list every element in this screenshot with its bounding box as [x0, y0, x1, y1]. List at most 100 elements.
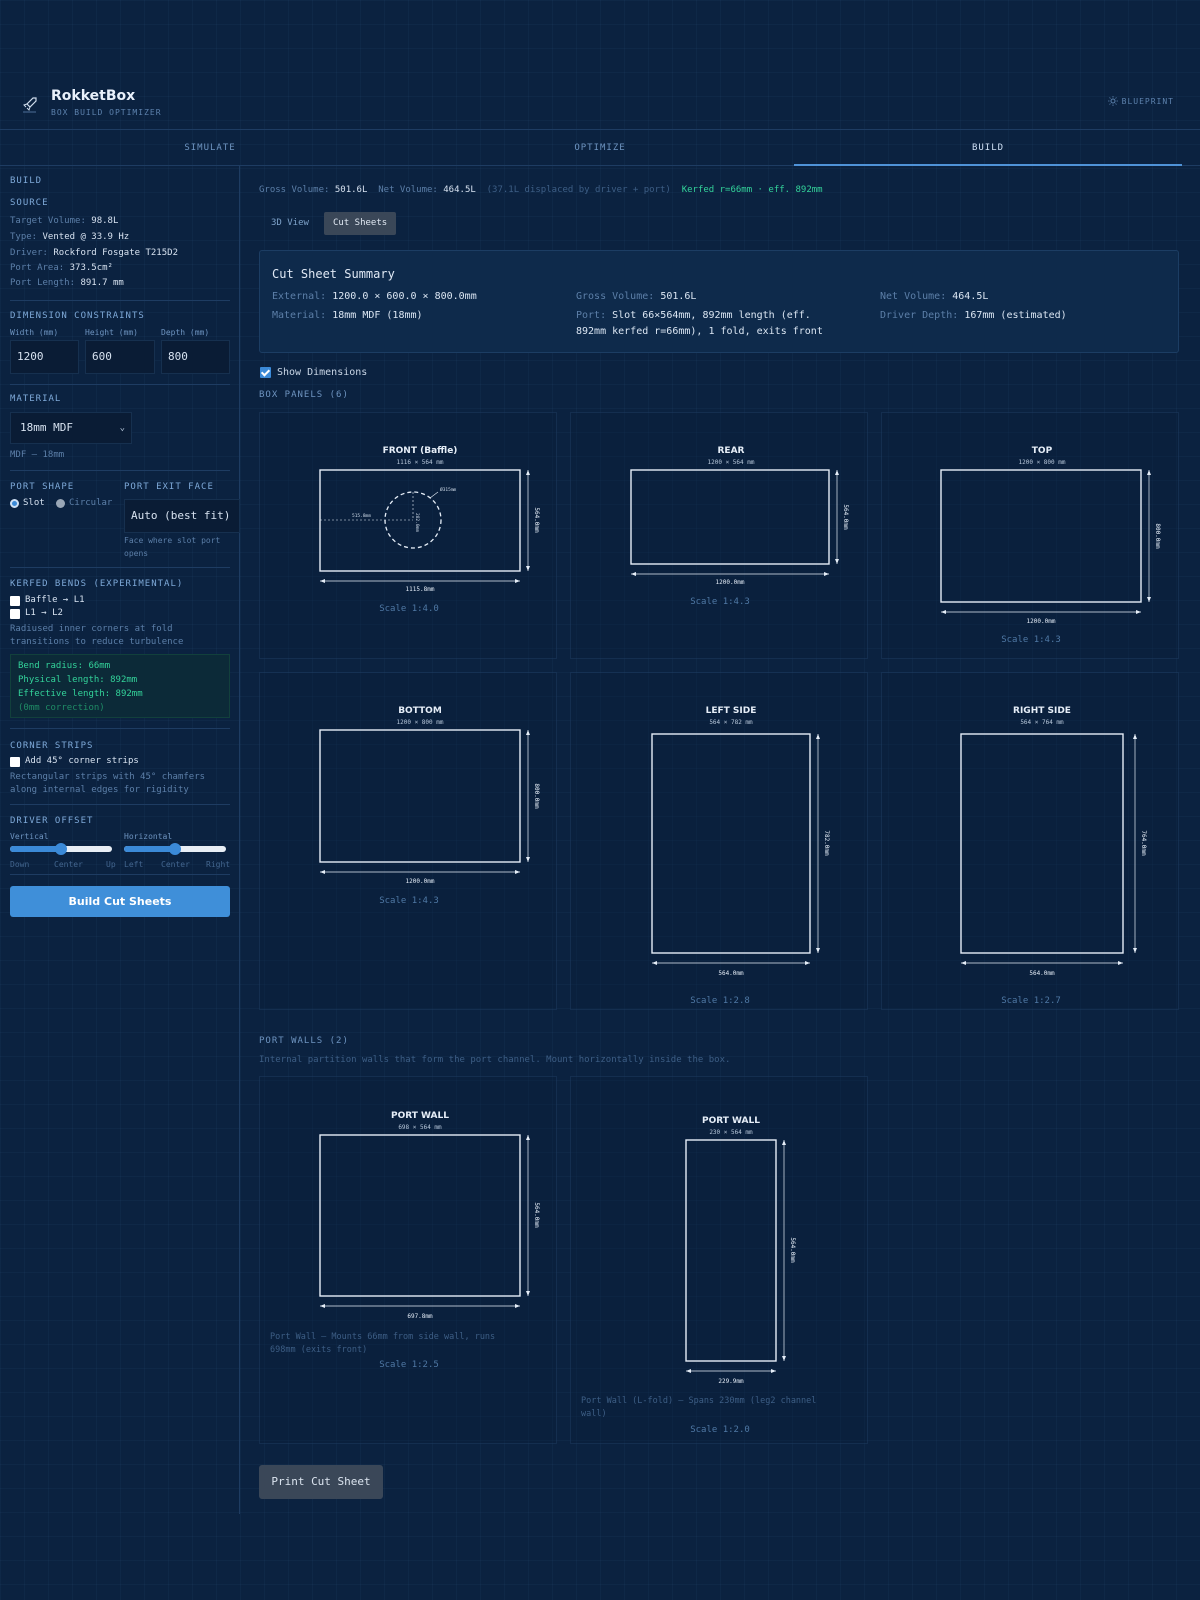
source-driver: Driver: Rockford Fosgate T215D2: [10, 248, 178, 258]
summary-driver-depth: Driver Depth: 167mm (estimated): [880, 310, 1067, 321]
cutout-diameter: Ø315mm: [440, 486, 457, 493]
height-dimension-label: 764.0mm: [1140, 830, 1147, 856]
print-cut-sheet-button[interactable]: Print Cut Sheet: [259, 1465, 383, 1499]
panel-title: FRONT (Baffle): [383, 446, 458, 456]
panel-scale: Scale 1:4.3: [690, 597, 750, 607]
build-cut-sheets-button[interactable]: Build Cut Sheets: [10, 886, 230, 917]
panel-outline: [319, 729, 521, 863]
circular-radio[interactable]: [56, 499, 65, 508]
box-panels-heading: BOX PANELS (6): [259, 390, 349, 400]
panel-size: 1200 × 564 mm: [708, 459, 755, 466]
panel-drawing: FRONT (Baffle) 1116 × 564 mm Ø315mm 515.…: [319, 446, 540, 614]
tab-optimize[interactable]: OPTIMIZE: [400, 130, 800, 166]
panel-outline: [651, 733, 811, 954]
summary-title: Cut Sheet Summary: [272, 267, 395, 281]
height-dimension: [526, 730, 530, 862]
baffle-l1-label: Baffle → L1: [25, 595, 85, 605]
panel-size: 564 × 782 mm: [709, 719, 753, 726]
divider: [10, 804, 230, 805]
panel-card-bottom: BOTTOM 1200 × 800 mm 1200.0mm 800.0mm Sc…: [259, 672, 557, 1010]
width-dimension-label: 229.9mm: [718, 1378, 744, 1385]
vertical-label: Vertical: [10, 832, 49, 841]
port-wall-size: 230 × 564 mm: [709, 1129, 753, 1136]
corner-strips-desc: Rectangular strips with 45° chamfers: [10, 772, 206, 782]
panel-scale: Scale 1:4.3: [379, 896, 439, 906]
vertical-up-label: Up: [106, 860, 116, 869]
baffle-l1-checkbox[interactable]: [10, 596, 20, 606]
port-exit-note: opens: [124, 549, 149, 558]
port-wall-title: PORT WALL: [391, 1111, 449, 1121]
material-heading: MATERIAL: [10, 394, 62, 404]
width-dimension: [652, 961, 810, 965]
port-exit-note: Face where slot port: [124, 536, 221, 545]
height-dimension: [526, 470, 530, 571]
horizontal-offset-slider[interactable]: [124, 843, 226, 855]
panel-card-right-side: RIGHT SIDE 564 × 764 mm 564.0mm 764.0mm …: [881, 672, 1179, 1010]
panel-drawing: BOTTOM 1200 × 800 mm 1200.0mm 800.0mm Sc…: [319, 706, 540, 906]
app-subtitle: BOX BUILD OPTIMIZER: [51, 108, 162, 117]
source-heading: SOURCE: [10, 198, 49, 208]
panel-title: BOTTOM: [398, 706, 442, 716]
height-dimension: [1147, 470, 1151, 602]
panel-scale: Scale 1:2.7: [1001, 996, 1061, 1006]
blueprint-label: BLUEPRINT: [1121, 96, 1174, 106]
show-dimensions-checkbox[interactable]: [260, 367, 271, 378]
slot-radio[interactable]: [10, 499, 19, 508]
horizontal-label: Horizontal: [124, 832, 173, 841]
height-dimension-label: 564.0mm: [533, 507, 540, 533]
l1-l2-checkbox[interactable]: [10, 609, 20, 619]
height-dimension-label: 564.0mm: [842, 504, 849, 530]
dia-leader: [429, 491, 439, 499]
panel-scale: Scale 1:2.8: [690, 996, 750, 1006]
tab-cut-sheets[interactable]: Cut Sheets: [324, 212, 397, 235]
panel-outline: [960, 733, 1124, 954]
height-dimension: [816, 734, 820, 953]
height-dimension-label: 564.0mm: [789, 1237, 796, 1263]
vertical-offset-slider[interactable]: [10, 843, 112, 855]
corner-strips-label: Add 45° corner strips: [25, 756, 139, 766]
port-shape-heading: PORT SHAPE: [10, 482, 75, 492]
summary-material: Material: 18mm MDF (18mm): [272, 310, 423, 321]
divider: [10, 874, 230, 875]
horizontal-left-label: Left: [124, 860, 144, 869]
panel-card-front: FRONT (Baffle) 1116 × 564 mm Ø315mm 515.…: [259, 412, 557, 659]
tab-build[interactable]: BUILD: [794, 130, 1182, 166]
panel-outline: [319, 469, 521, 572]
height-input[interactable]: 600: [85, 340, 155, 374]
width-dimension: [320, 579, 520, 583]
panel-title: REAR: [718, 446, 745, 456]
port-wall-note: wall): [581, 1409, 607, 1419]
slider-handle[interactable]: [55, 843, 67, 855]
horizontal-center-label: Center: [161, 860, 190, 869]
panel-title: LEFT SIDE: [706, 706, 757, 716]
corner-strips-desc: along internal edges for rigidity: [10, 785, 189, 795]
vertical-down-label: Down: [10, 860, 30, 869]
width-input[interactable]: 1200: [10, 340, 79, 374]
l1-l2-label: L1 → L2: [25, 608, 63, 618]
tab-simulate[interactable]: SIMULATE: [0, 130, 420, 166]
main-tabs: SIMULATE OPTIMIZE BUILD: [0, 130, 1200, 166]
divider: [10, 567, 230, 568]
port-wall-drawing: PORT WALL 698 × 564 mm 697.8mm 564.0mm P…: [270, 1111, 540, 1370]
volume-summary-line: Gross Volume: 501.6L Net Volume: 464.5L …: [259, 185, 823, 195]
build-sidebar: BUILD SOURCE Target Volume: 98.8L Type: …: [0, 166, 240, 1514]
corner-strips-checkbox[interactable]: [10, 757, 20, 767]
slider-fill: [10, 846, 61, 852]
width-dimension-label: 564.0mm: [718, 970, 744, 977]
slider-handle[interactable]: [169, 843, 181, 855]
material-select[interactable]: 18mm MDF ⌄: [10, 412, 132, 444]
divider: [10, 470, 230, 471]
port-wall-outline: [685, 1139, 777, 1362]
blueprint-toggle[interactable]: BLUEPRINT: [1107, 96, 1174, 106]
horizontal-right-label: Right: [206, 860, 231, 869]
panel-scale: Scale 1:4.3: [1001, 635, 1061, 645]
width-dimension: [941, 610, 1141, 614]
depth-input[interactable]: 800: [161, 340, 230, 374]
tab-3d-view[interactable]: 3D View: [262, 212, 318, 235]
width-dimension: [686, 1369, 776, 1373]
summary-external: External: 1200.0 × 600.0 × 800.0mm: [272, 291, 477, 302]
panel-drawing: TOP 1200 × 800 mm 1200.0mm 800.0mm Scale…: [940, 446, 1161, 645]
port-exit-select[interactable]: Auto (best fit): [124, 499, 240, 533]
circular-radio-label: Circular: [69, 498, 113, 508]
bend-radius: Bend radius: 66mm: [18, 661, 111, 671]
